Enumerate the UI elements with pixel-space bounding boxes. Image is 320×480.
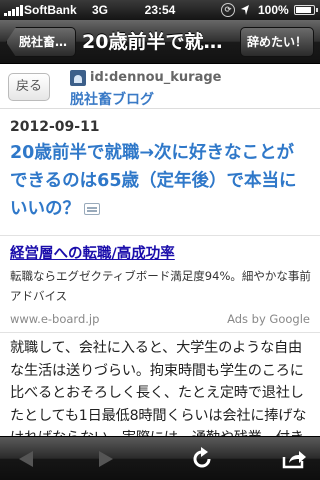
share-icon[interactable] bbox=[272, 437, 316, 480]
post-title-link[interactable]: 20歳前半で就職→次に好きなことができるのは65歳（定年後）で本当にいいの？ bbox=[10, 139, 310, 223]
ad-url[interactable]: www.e-board.jp bbox=[10, 312, 99, 326]
battery-icon bbox=[294, 5, 318, 15]
user-id-link[interactable]: id:dennou_kurage bbox=[90, 70, 222, 85]
rotation-lock-icon: ⟳ bbox=[221, 3, 235, 17]
post-title-text[interactable]: 20歳前半で就職→次に好きなことができるのは65歳（定年後）で本当にいいの？ bbox=[10, 143, 297, 219]
navigation-bar: 脱社畜… 20歳前半で就… 辞めたい！ bbox=[0, 20, 320, 64]
web-content[interactable]: 戻る id:dennou_kurage 脱社畜ブログ 2012-09-11 20… bbox=[0, 65, 320, 436]
bookmark-icon[interactable] bbox=[84, 203, 100, 215]
page-title: 20歳前半で就… bbox=[82, 31, 223, 53]
ad-block[interactable]: 経営層への転職/高成功率 転職ならエグゼクティブボード満足度94%。細やかな事前… bbox=[0, 235, 320, 333]
ads-by-google-label[interactable]: Ads by Google bbox=[227, 312, 310, 326]
blog-header: 戻る id:dennou_kurage 脱社畜ブログ bbox=[0, 65, 320, 109]
browser-toolbar bbox=[0, 436, 320, 480]
nav-back-button[interactable]: 脱社畜… bbox=[6, 27, 76, 57]
article-body: 就職して、会社に入ると、大学生のような自由な生活は送りづらい。拘束時間も学生のこ… bbox=[10, 340, 307, 436]
post-date: 2012-09-11 bbox=[10, 119, 100, 135]
status-bar: SoftBank 3G 23:54 ⟳ 100% bbox=[0, 0, 320, 20]
blog-name-link[interactable]: 脱社畜ブログ bbox=[70, 89, 154, 109]
back-arrow-icon[interactable] bbox=[4, 437, 48, 480]
reload-icon[interactable] bbox=[180, 437, 224, 480]
avatar[interactable] bbox=[70, 70, 86, 86]
page-back-button[interactable]: 戻る bbox=[8, 73, 50, 101]
battery-percentage: 100% bbox=[258, 3, 289, 17]
location-icon bbox=[241, 5, 249, 15]
ad-title-link[interactable]: 経営層への転職/高成功率 bbox=[10, 242, 175, 263]
quit-button[interactable]: 辞めたい！ bbox=[240, 27, 314, 57]
forward-arrow-icon[interactable] bbox=[84, 437, 128, 480]
ad-description: 転職ならエグゼクティブボード満足度94%。細やかな事前アドバイス bbox=[10, 269, 311, 303]
